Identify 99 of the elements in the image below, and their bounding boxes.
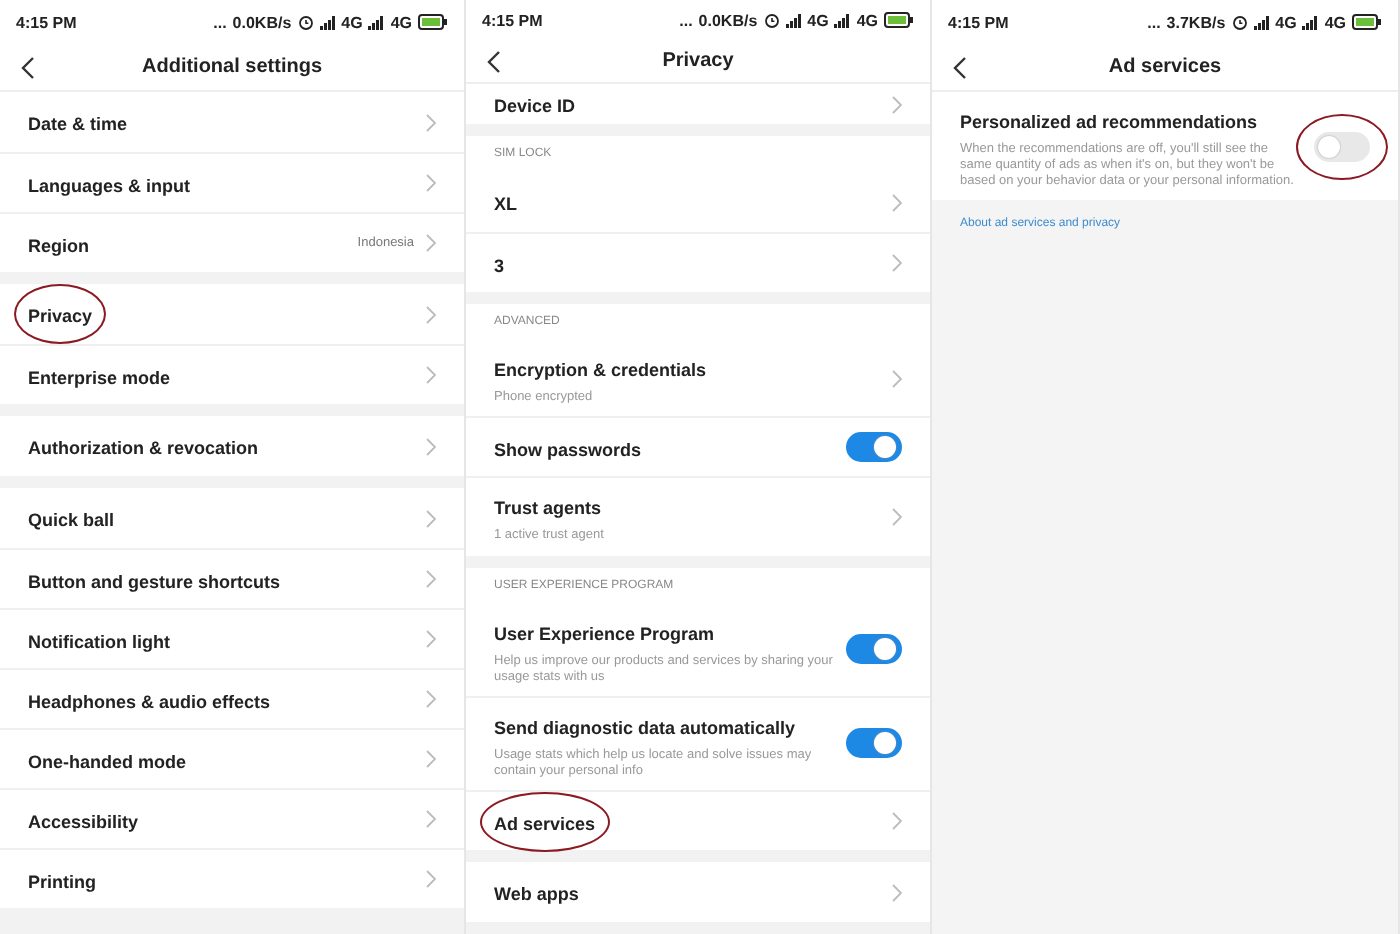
signal-icon <box>1302 15 1319 29</box>
settings-row[interactable]: Device ID <box>466 84 930 125</box>
chevron-icon <box>426 509 436 527</box>
chevron-icon <box>426 690 436 708</box>
settings-row[interactable]: Accessibility <box>0 788 464 848</box>
setting-label: One-handed mode <box>28 751 187 771</box>
settings-row[interactable]: One-handed mode <box>0 728 464 788</box>
chevron-icon <box>892 812 902 830</box>
network-type: 4G <box>1324 13 1346 31</box>
chevron-icon <box>426 810 436 828</box>
settings-row[interactable]: 3 <box>466 232 930 293</box>
toggle-switch[interactable] <box>1314 131 1370 162</box>
network-speed: 3.7KB/s <box>1166 13 1226 31</box>
settings-row[interactable]: Privacy <box>0 284 464 344</box>
setting-label: Region <box>28 235 89 255</box>
chevron-icon <box>892 95 902 114</box>
network-speed: 0.0KB/s <box>698 11 758 30</box>
settings-row[interactable]: Authorization & revocation <box>0 416 464 476</box>
setting-label: Headphones & audio effects <box>28 691 271 711</box>
setting-label: Ad services <box>494 813 596 833</box>
settings-row[interactable]: Languages & input <box>0 152 464 212</box>
alarm-icon <box>1231 14 1248 30</box>
settings-row[interactable]: Ad services <box>466 790 930 850</box>
chevron-icon <box>426 305 436 323</box>
chevron-icon <box>892 254 902 273</box>
chevron-icon <box>426 174 436 192</box>
setting-label: Send diagnostic data automatically <box>494 717 796 738</box>
setting-label: Date & time <box>28 114 128 134</box>
battery-icon <box>418 14 448 30</box>
notification-dots: ... <box>213 13 227 31</box>
network-type: 4G <box>807 11 829 30</box>
chevron-icon <box>426 630 436 648</box>
back-icon[interactable] <box>952 55 968 79</box>
setting-label: Web apps <box>494 884 579 904</box>
screen-title: Additional settings <box>140 56 324 78</box>
settings-row[interactable]: Notification light <box>0 608 464 668</box>
chevron-icon <box>892 193 902 212</box>
setting-label: Printing <box>28 871 96 891</box>
setting-label: Languages & input <box>28 175 190 195</box>
partial-row-label: Device ID <box>494 96 576 117</box>
setting-label: Authorization & revocation <box>28 438 259 458</box>
chevron-icon <box>426 570 436 588</box>
chevron-icon <box>426 750 436 768</box>
chevron-icon <box>426 113 436 131</box>
setting-label: Enterprise mode <box>28 367 171 387</box>
chevron-icon <box>426 437 436 455</box>
settings-row[interactable]: Headphones & audio effects <box>0 668 464 728</box>
setting-label: Quick ball <box>28 510 115 530</box>
settings-row[interactable]: Printing <box>0 848 464 908</box>
settings-row[interactable]: Date & time <box>0 92 464 152</box>
screen-title: Privacy <box>660 50 736 73</box>
chevron-icon <box>892 507 902 526</box>
battery-icon <box>884 12 914 29</box>
network-type: 4G <box>1275 13 1297 31</box>
settings-row[interactable]: XL <box>466 172 930 233</box>
chevron-icon <box>426 870 436 888</box>
signal-icon <box>785 13 802 28</box>
status-time: 4:15 PM <box>948 13 1009 31</box>
toggle-switch[interactable] <box>846 634 902 665</box>
status-time: 4:15 PM <box>482 11 543 30</box>
setting-label: 3 <box>494 255 505 276</box>
alarm-icon <box>763 12 780 29</box>
setting-label: Personalized ad recommendations <box>960 112 1258 132</box>
notification-dots: ... <box>679 11 693 30</box>
network-type: 4G <box>341 13 363 31</box>
setting-label: Notification light <box>28 631 170 651</box>
signal-icon <box>368 15 385 29</box>
screen-title: Ad services <box>1106 56 1224 78</box>
settings-row[interactable]: Quick ball <box>0 488 464 548</box>
chevron-icon <box>892 883 902 901</box>
signal-icon <box>1253 15 1270 29</box>
toggle-switch[interactable] <box>846 432 902 463</box>
setting-label: Accessibility <box>28 811 139 831</box>
setting-label: Trust agents <box>494 498 602 519</box>
toggle-switch[interactable] <box>846 728 902 759</box>
setting-label: Show passwords <box>494 439 642 460</box>
setting-label: User Experience Program <box>494 623 715 643</box>
chevron-icon <box>426 234 436 252</box>
signal-icon <box>834 13 851 28</box>
settings-row[interactable]: Enterprise mode <box>0 344 464 404</box>
network-type: 4G <box>856 11 878 30</box>
back-icon[interactable] <box>20 55 36 79</box>
setting-label: XL <box>494 194 518 215</box>
chevron-icon <box>892 369 902 388</box>
setting-label: Privacy <box>28 306 93 326</box>
setting-label: Encryption & credentials <box>494 360 707 381</box>
network-type: 4G <box>390 13 412 31</box>
back-icon[interactable] <box>486 49 502 74</box>
status-time: 4:15 PM <box>16 13 77 31</box>
setting-label: Button and gesture shortcuts <box>28 571 281 591</box>
chevron-icon <box>426 366 436 384</box>
network-speed: 0.0KB/s <box>232 13 292 31</box>
battery-icon <box>1352 14 1382 30</box>
signal-icon <box>319 15 336 29</box>
settings-row[interactable]: Web apps <box>466 862 930 922</box>
notification-dots: ... <box>1147 13 1161 31</box>
settings-row[interactable]: Show passwords <box>466 416 930 477</box>
alarm-icon <box>297 14 314 30</box>
settings-row[interactable]: Button and gesture shortcuts <box>0 548 464 608</box>
